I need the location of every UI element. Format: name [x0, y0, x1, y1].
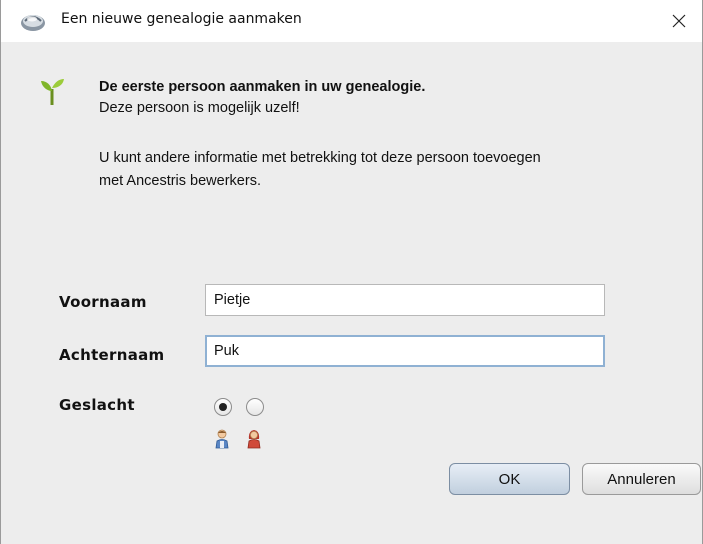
- title-bar: Een nieuwe genealogie aanmaken: [1, 0, 702, 42]
- dialog-window: Een nieuwe genealogie aanmaken De eerste…: [0, 0, 703, 544]
- lastname-label: Achternaam: [59, 346, 165, 364]
- ok-button[interactable]: OK: [449, 463, 570, 495]
- gender-label: Geslacht: [59, 396, 135, 414]
- gender-female-radio[interactable]: [246, 398, 264, 416]
- female-person-icon: [246, 429, 262, 449]
- sprout-icon: [39, 75, 65, 107]
- window-title: Een nieuwe genealogie aanmaken: [61, 11, 302, 27]
- gender-male-radio[interactable]: [214, 398, 232, 416]
- intro-line-1: Deze persoon is mogelijk uzelf!: [99, 100, 300, 116]
- cancel-button[interactable]: Annuleren: [582, 463, 701, 495]
- intro-heading: De eerste persoon aanmaken in uw genealo…: [99, 79, 426, 95]
- firstname-label: Voornaam: [59, 293, 147, 311]
- dialog-content: De eerste persoon aanmaken in uw genealo…: [1, 42, 702, 544]
- lastname-field[interactable]: [205, 335, 605, 367]
- ancestris-app-icon: [19, 9, 47, 33]
- intro-line-3: met Ancestris bewerkers.: [99, 173, 261, 189]
- firstname-field[interactable]: [205, 284, 605, 316]
- close-icon: [672, 14, 686, 28]
- male-person-icon: [214, 429, 230, 449]
- intro-line-2: U kunt andere informatie met betrekking …: [99, 150, 541, 166]
- close-button[interactable]: [656, 0, 702, 42]
